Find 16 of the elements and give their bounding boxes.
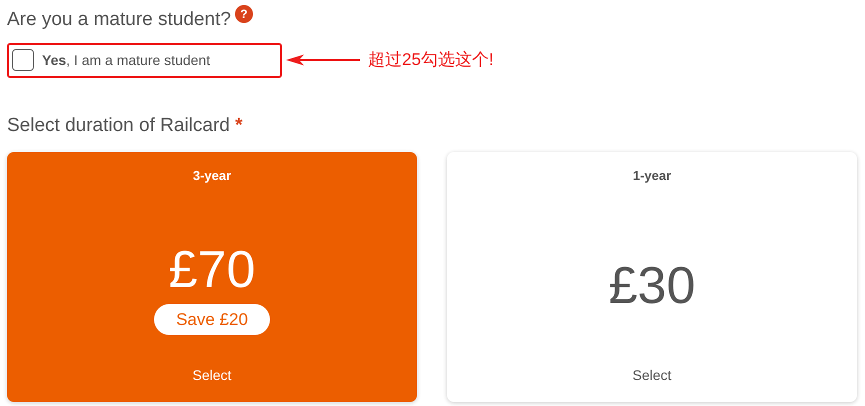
section-title: Select duration of Railcard bbox=[7, 114, 230, 136]
card-title: 1-year bbox=[632, 167, 672, 185]
card-title: 3-year bbox=[192, 167, 232, 185]
price: £70 bbox=[168, 244, 256, 296]
select-label: Select bbox=[192, 366, 232, 385]
checkbox-label: Yes, I am a mature student bbox=[42, 50, 210, 70]
help-icon[interactable]: ? bbox=[234, 5, 253, 24]
saving-badge: Save £20 bbox=[154, 304, 270, 335]
price: £30 bbox=[608, 260, 696, 312]
annotation-text: 超过25勾选这个! bbox=[368, 49, 494, 72]
duration-card[interactable]: 1-year £30 Select bbox=[447, 152, 857, 402]
required-mark: * bbox=[235, 114, 243, 136]
question-text: Are you a mature student? bbox=[7, 8, 231, 32]
select-label: Select bbox=[632, 366, 672, 385]
checkbox[interactable] bbox=[12, 49, 34, 71]
duration-card[interactable]: 3-year £70 Save £20 Select bbox=[7, 152, 417, 402]
